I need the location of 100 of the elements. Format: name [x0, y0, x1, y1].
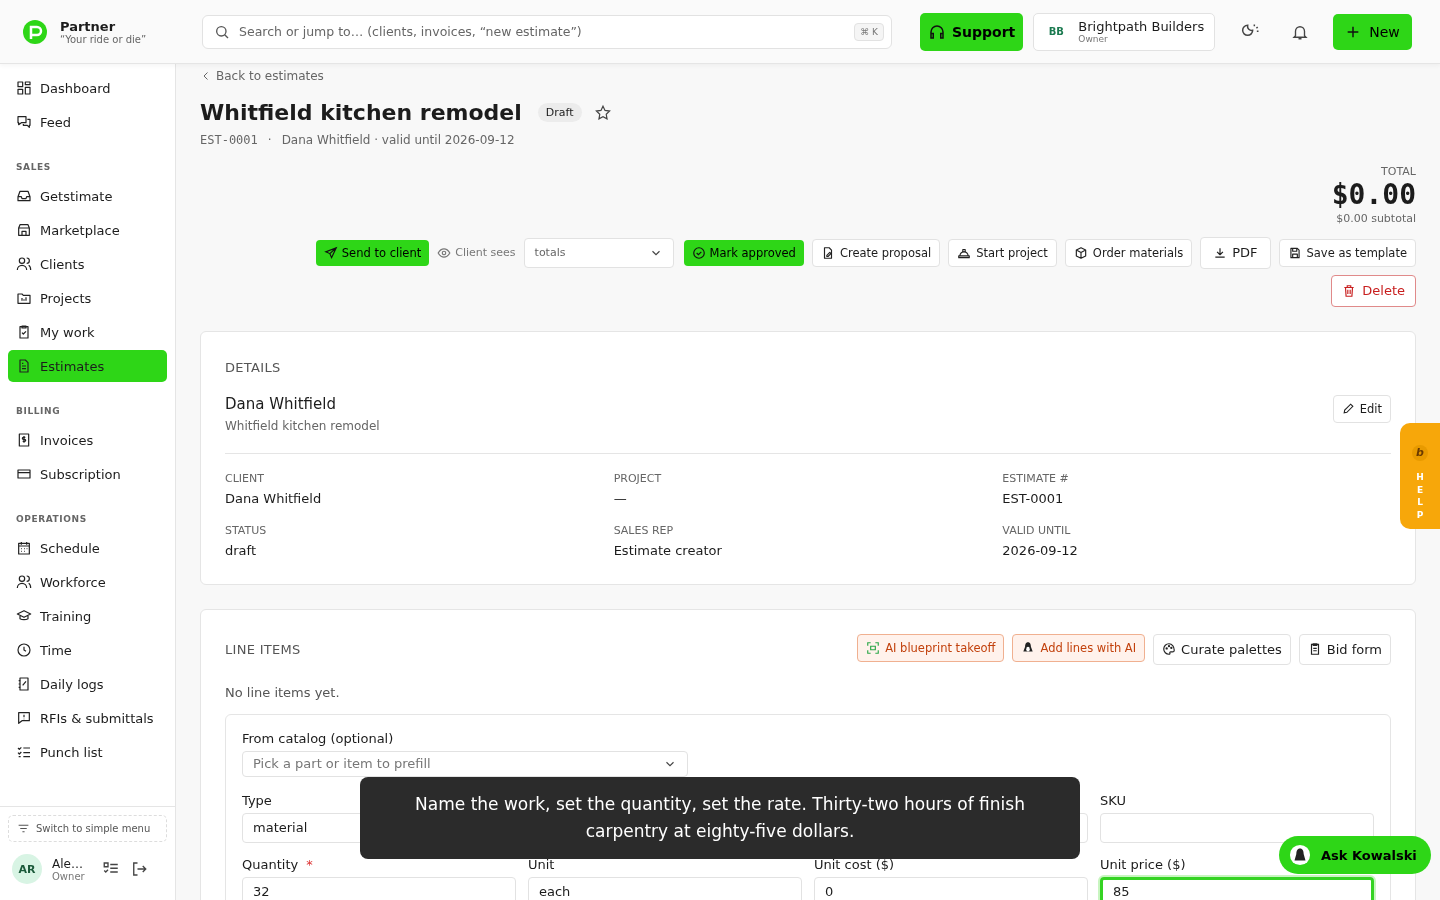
calendar-icon	[16, 540, 32, 556]
star-icon[interactable]	[593, 103, 612, 122]
action-button[interactable]: PDF	[1200, 236, 1271, 269]
nav-section-title: BILLING	[15, 405, 62, 418]
users-icon	[16, 256, 32, 272]
receipt-icon	[16, 432, 32, 448]
brand-tagline: “Your ride or die”	[60, 33, 147, 45]
document-icon	[16, 358, 32, 374]
field-label: Unit cost ($)	[814, 856, 895, 873]
nav-item[interactable]: Getstimate	[8, 180, 167, 212]
penguin-icon	[1289, 844, 1311, 866]
number-field[interactable]: 0	[814, 876, 1088, 900]
nav-item[interactable]: My work	[8, 316, 167, 348]
client-sees-select[interactable]: totals	[523, 237, 674, 268]
catalog-select[interactable]: Pick a part or item to prefill	[242, 750, 688, 777]
help-tab[interactable]: b HELP	[1400, 423, 1440, 529]
action-button[interactable]: Start project	[948, 238, 1057, 267]
field-label: PROJECT	[613, 471, 663, 485]
nav-item[interactable]: Marketplace	[8, 214, 167, 246]
field-value: draft	[225, 542, 257, 558]
switch-menu-button[interactable]: Switch to simple menu	[8, 815, 167, 842]
nav-item[interactable]: Feed	[8, 106, 167, 138]
ask-assistant-button[interactable]: Ask Kowalski	[1279, 836, 1431, 874]
delete-button[interactable]: Delete	[1331, 274, 1416, 307]
scan-icon	[866, 640, 881, 655]
number-field[interactable]: 32	[242, 876, 516, 900]
logout-icon[interactable]	[130, 860, 148, 878]
number-field[interactable]: each	[528, 876, 802, 900]
client-sees-label: Client sees	[455, 246, 516, 260]
new-button[interactable]: New	[1333, 13, 1412, 50]
dashboard-icon	[16, 80, 32, 96]
field-value: EST-0001	[1002, 490, 1065, 506]
nav-item[interactable]: Subscription	[8, 458, 167, 490]
client-name: Dana Whitfield	[225, 394, 337, 413]
brand-name: Partner	[60, 18, 117, 34]
users-icon	[16, 574, 32, 590]
trash-icon	[1342, 283, 1357, 298]
nav-item[interactable]: Schedule	[8, 532, 167, 564]
penguin-icon	[1021, 640, 1036, 655]
subtotal: $0.00 subtotal	[1336, 211, 1416, 225]
action-button[interactable]: Create proposal	[811, 238, 941, 267]
caption-overlay: Name the work, set the quantity, set the rate. Thirty-two hours of finish carpentry at eighty-five dollars.	[360, 777, 1080, 859]
edit-button[interactable]: Edit	[1332, 394, 1391, 423]
nav-item[interactable]: Clients	[8, 248, 167, 280]
action-button[interactable]: Save as template	[1278, 238, 1416, 267]
field-label: ESTIMATE #	[1002, 471, 1070, 485]
inbox-icon	[16, 188, 32, 204]
field-label: VALID UNTIL	[1002, 523, 1072, 537]
mark-approved-button[interactable]: Mark approved	[683, 239, 804, 266]
organization-role: Owner	[1078, 34, 1109, 44]
brand-logo	[22, 18, 48, 45]
palette-icon	[1162, 642, 1177, 657]
required-mark: *	[306, 856, 313, 874]
clipboard-icon	[16, 324, 32, 340]
field-value: Dana Whitfield	[225, 490, 323, 506]
line-items-button[interactable]: Bid form	[1298, 633, 1391, 665]
nav-item[interactable]: Training	[8, 600, 167, 632]
check-circle-icon	[691, 245, 706, 260]
number-field[interactable]: 85	[1100, 876, 1374, 900]
credit-card-icon	[16, 466, 32, 482]
nav-item[interactable]: Daily logs	[8, 668, 167, 700]
nav-section-title: OPERATIONS	[15, 513, 88, 526]
nav-item[interactable]: Workforce	[8, 566, 167, 598]
nav-item[interactable]: Punch list	[8, 736, 167, 768]
eye-icon	[437, 245, 452, 260]
store-icon	[16, 222, 32, 238]
type-label: Type	[242, 792, 272, 809]
clock-icon	[16, 642, 32, 658]
line-items-button[interactable]: Curate palettes	[1153, 633, 1291, 665]
section-title: LINE ITEMS	[225, 641, 301, 657]
line-items-button[interactable]: AI blueprint takeoff	[857, 633, 1005, 662]
field-label: CLIENT	[225, 471, 265, 485]
send-icon	[323, 245, 338, 260]
estimate-number: EST-0001	[200, 133, 258, 147]
field-label: Unit price ($)	[1100, 856, 1186, 873]
total-label: TOTAL	[1381, 165, 1416, 178]
send-to-client-button[interactable]: Send to client	[315, 239, 430, 266]
box-icon	[1073, 245, 1088, 260]
nav-item[interactable]: Time	[8, 634, 167, 666]
organization-avatar: BB	[1047, 25, 1065, 39]
message-alert-icon	[16, 710, 32, 726]
nav-item[interactable]: RFIs & submittals	[8, 702, 167, 734]
back-link[interactable]: Back to estimates	[216, 68, 324, 84]
line-items-button[interactable]: Add lines with AI	[1012, 633, 1146, 662]
separator-dot: ·	[267, 133, 272, 147]
action-button[interactable]: Order materials	[1064, 238, 1193, 267]
notebook-icon	[16, 676, 32, 692]
nav-item[interactable]: Projects	[8, 282, 167, 314]
user-role: Owner	[52, 870, 86, 882]
folder-icon	[16, 290, 32, 306]
empty-message: No line items yet.	[225, 684, 341, 700]
user-name: Ale…	[52, 856, 84, 871]
nav-item[interactable]: Estimates	[8, 350, 167, 382]
chat-icon	[16, 114, 32, 130]
estimate-meta: Dana Whitfield · valid until 2026-09-12	[281, 133, 515, 147]
nav-item[interactable]: Invoices	[8, 424, 167, 456]
support-button[interactable]: Support	[920, 12, 1024, 51]
organization-switcher[interactable]: BB Brightpath Builders Owner	[1033, 12, 1216, 51]
field-value: Estimate creator	[613, 542, 723, 558]
nav-item[interactable]: Dashboard	[8, 72, 167, 104]
